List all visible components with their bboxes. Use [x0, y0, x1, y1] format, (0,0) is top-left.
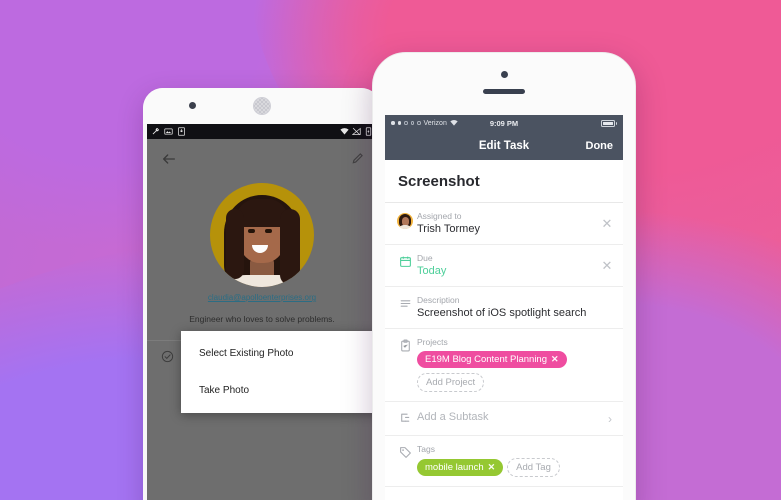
project-pill-label: E19M Blog Content Planning [425, 354, 547, 365]
description-lines-icon [400, 300, 410, 307]
battery-icon [600, 119, 617, 127]
field-label: Description [417, 295, 460, 305]
clipboard-icon [400, 339, 410, 352]
download-icon [178, 127, 185, 136]
android-bezel [143, 88, 381, 124]
carrier-name: Verizon [423, 119, 447, 127]
field-add-subtask[interactable]: Add a Subtask › [385, 402, 623, 436]
add-project-button[interactable]: Add Project [417, 373, 485, 392]
edit-pencil-icon[interactable] [351, 151, 365, 165]
android-action-bar [147, 139, 377, 179]
field-label: Assigned to [417, 211, 462, 221]
add-tag-button[interactable]: Add Tag [507, 458, 560, 477]
dialog-item-take-photo[interactable]: Take Photo [181, 372, 377, 409]
tag-pill-label: mobile launch [425, 462, 484, 473]
subtask-tree-icon [400, 413, 409, 422]
task-title: Screenshot [398, 173, 480, 190]
wifi-icon [450, 119, 458, 126]
task-title-row[interactable]: Screenshot [385, 160, 623, 203]
carrier-indicator: Verizon [391, 119, 458, 127]
done-button[interactable]: Done [586, 140, 614, 152]
field-value: Today [417, 265, 447, 277]
tag-pill[interactable]: mobile launch ✕ [417, 459, 504, 476]
front-camera-icon [500, 71, 508, 78]
close-icon[interactable]: ✕ [488, 462, 496, 473]
close-icon[interactable]: ✕ [551, 354, 559, 365]
earpiece-speaker-icon [253, 97, 271, 115]
field-description[interactable]: Description Screenshot of iOS spotlight … [385, 287, 623, 329]
android-profile-screen: claudia@apolloenterprises.org Engineer w… [147, 139, 377, 500]
back-arrow-icon[interactable] [161, 151, 177, 167]
wrench-icon [152, 127, 160, 135]
field-label: Due [417, 253, 433, 263]
project-pill[interactable]: E19M Blog Content Planning ✕ [417, 351, 567, 368]
signal-icon [352, 127, 361, 136]
android-screen: claudia@apolloenterprises.org Engineer w… [147, 124, 377, 500]
android-status-right-icons [340, 127, 373, 136]
ios-status-bar: Verizon 9:09 PM [385, 115, 623, 131]
iphone-screen: Verizon 9:09 PM Edit Task Done Screensho [385, 115, 623, 500]
field-tags[interactable]: Tags mobile launch ✕ Add Tag [385, 436, 623, 487]
photo-source-dialog: Select Existing Photo Take Photo [181, 331, 377, 413]
chevron-right-icon[interactable]: › [608, 413, 612, 425]
field-assigned-to[interactable]: Assigned to Trish Tormey ✕ [385, 203, 623, 245]
promo-background: claudia@apolloenterprises.org Engineer w… [0, 0, 781, 500]
check-circle-icon [161, 350, 174, 363]
wifi-icon [340, 128, 349, 135]
field-value: Trish Tormey [417, 223, 480, 235]
profile-bio: Engineer who loves to solve problems. [189, 314, 335, 324]
tag-icon [399, 447, 411, 458]
profile-email-link[interactable]: claudia@apolloenterprises.org [147, 293, 377, 302]
field-label: Tags [417, 444, 435, 454]
iphone-bezel [373, 53, 635, 115]
field-label: Projects [417, 337, 448, 347]
assignee-avatar-icon [395, 210, 415, 229]
image-icon [164, 128, 173, 135]
front-camera-icon [189, 102, 196, 109]
ios-nav-bar: Edit Task Done [385, 131, 623, 160]
close-icon[interactable]: ✕ [601, 217, 613, 230]
iphone-mockup: Verizon 9:09 PM Edit Task Done Screensho [372, 52, 636, 500]
field-projects[interactable]: Projects E19M Blog Content Planning ✕ Ad… [385, 329, 623, 402]
field-value: Screenshot of iOS spotlight search [417, 307, 587, 319]
avatar [397, 213, 413, 229]
close-icon[interactable]: ✕ [601, 259, 613, 272]
dialog-item-select-existing-photo[interactable]: Select Existing Photo [181, 335, 377, 372]
android-avatar-container [147, 183, 377, 287]
profile-avatar[interactable] [210, 183, 314, 287]
android-phone-mockup: claudia@apolloenterprises.org Engineer w… [143, 88, 381, 500]
field-due[interactable]: Due Today ✕ [385, 245, 623, 287]
field-label: Add a Subtask [417, 410, 489, 423]
calendar-icon [399, 256, 411, 267]
android-status-bar [147, 124, 377, 139]
earpiece-speaker-icon [483, 89, 525, 94]
nav-title: Edit Task [478, 139, 530, 152]
